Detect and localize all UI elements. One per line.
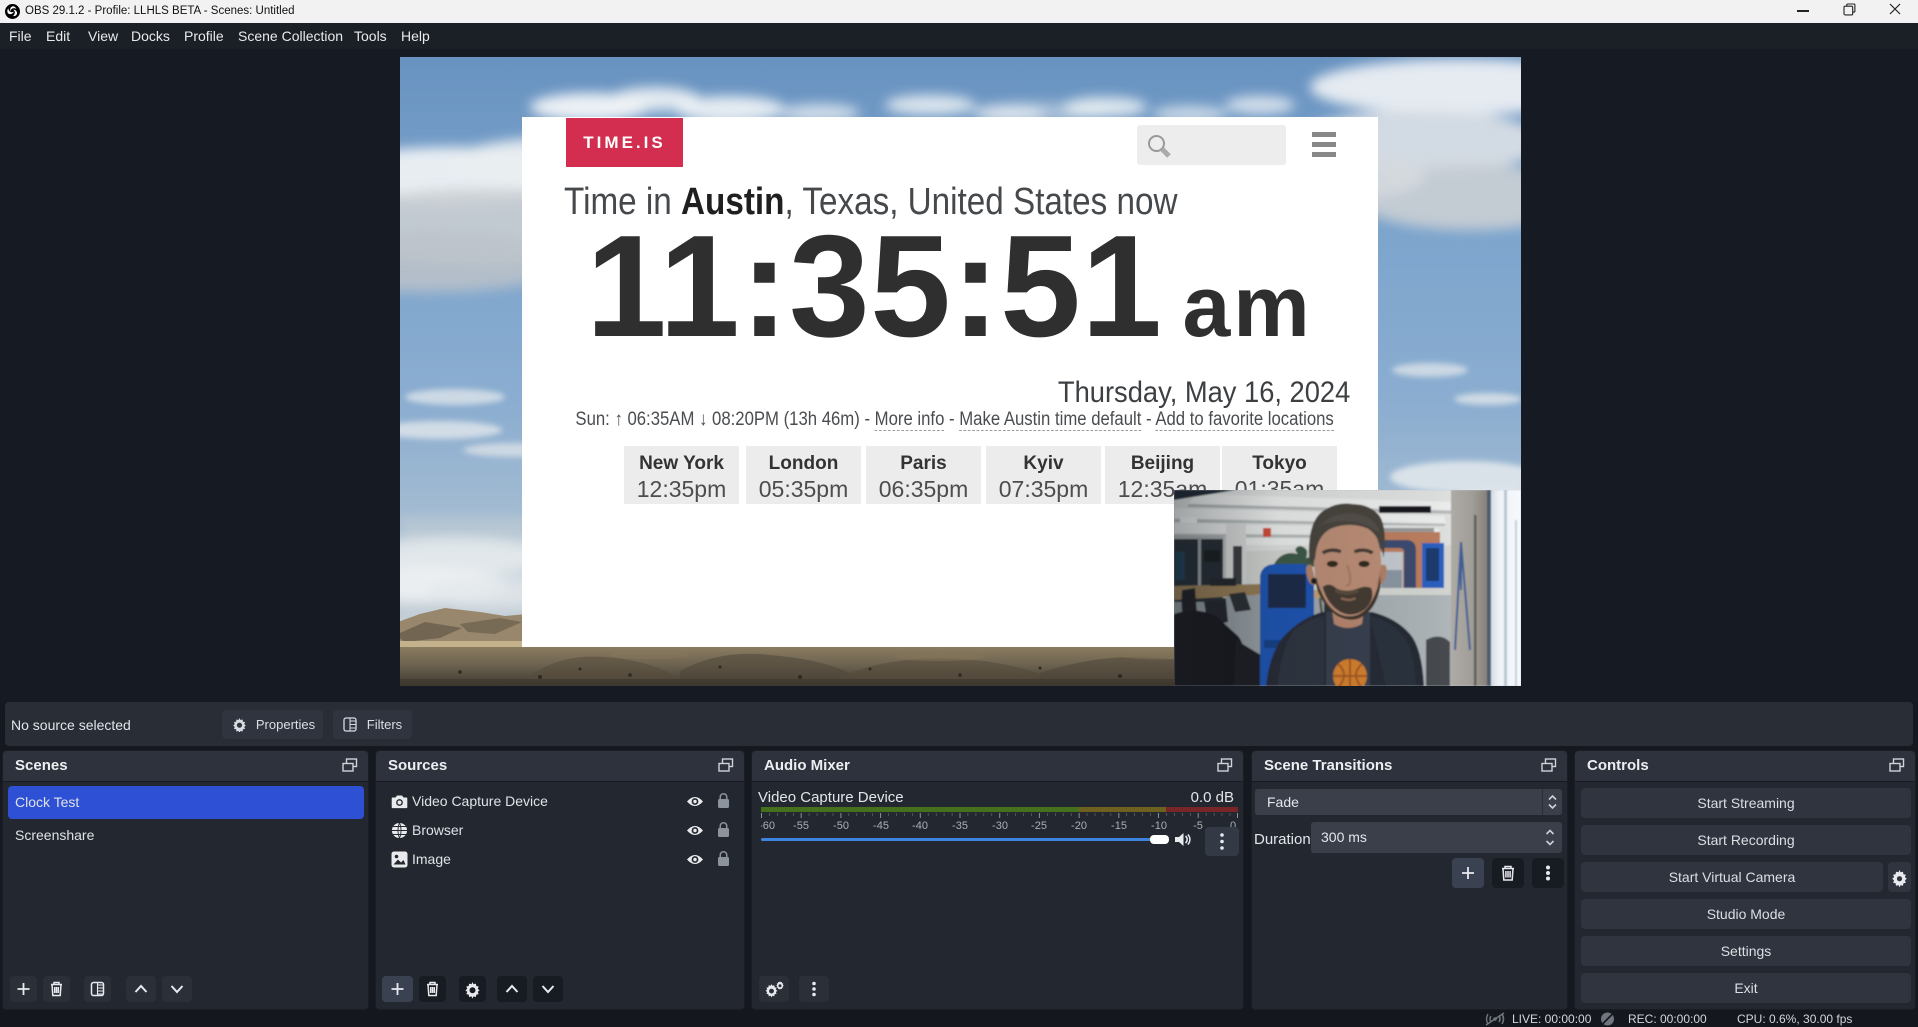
svg-text:-10: -10 [1151,820,1167,831]
svg-text:-15: -15 [1111,820,1127,831]
svg-text:-45: -45 [873,820,889,831]
svg-text:-35: -35 [952,820,968,831]
svg-text:-60: -60 [761,820,775,831]
svg-text:-20: -20 [1071,820,1087,831]
svg-text:-50: -50 [833,820,849,831]
svg-text:-5: -5 [1193,820,1203,831]
svg-text:-30: -30 [992,820,1008,831]
svg-text:-40: -40 [912,820,928,831]
svg-text:-55: -55 [793,820,809,831]
svg-text:-25: -25 [1031,820,1047,831]
